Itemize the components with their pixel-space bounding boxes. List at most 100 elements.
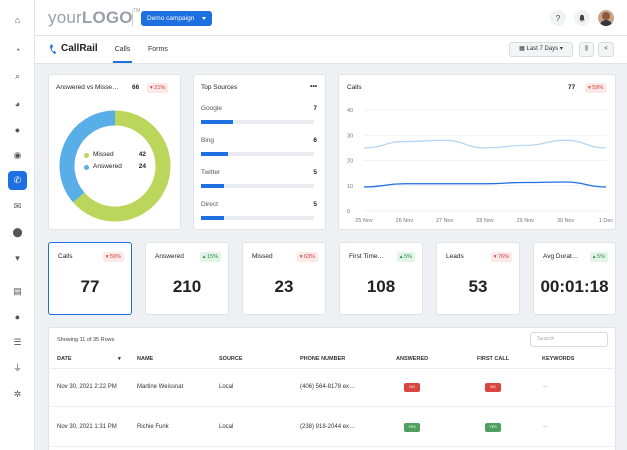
trend-badge: ▴ 5% (396, 252, 415, 262)
sidebar-item-search[interactable]: ⌕ (8, 67, 27, 86)
table-cell: Nov 30, 2021 2:22 PM (57, 384, 117, 390)
y-tick-label: 20 (347, 159, 353, 165)
sidebar-item-phone[interactable]: ✆ (8, 171, 27, 190)
kpi-card-5[interactable]: Avg Durat… ▴ 5% 00:01:18 (533, 242, 616, 315)
column-header[interactable]: SOURCE (219, 356, 243, 362)
source-bar (201, 152, 229, 156)
legend-item-missed: Missed 42 (84, 150, 146, 162)
x-tick-label: 27 Nov (436, 218, 454, 224)
source-name: Direct (201, 201, 218, 208)
notifications-button[interactable] (574, 10, 590, 26)
kpi-title: Avg Durat… (543, 253, 579, 260)
kpi-card-1[interactable]: Answered ▴ 15% 210 (145, 242, 229, 315)
search-icon: ⌕ (14, 71, 21, 81)
sidebar-item-cart[interactable]: ▾ (8, 249, 27, 268)
source-bar-track (201, 184, 314, 188)
share-icon: < (604, 46, 608, 52)
column-header[interactable]: DATE (57, 356, 72, 362)
kpi-title: Calls (58, 253, 73, 260)
y-tick-label: 40 (347, 108, 353, 114)
kpi-title: Leads (446, 253, 464, 260)
source-bar (201, 216, 224, 220)
bell-icon (579, 14, 585, 22)
sidebar-item-home[interactable]: ⌂ (8, 10, 27, 29)
search-input[interactable]: Search (530, 332, 608, 347)
sidebar-item-document[interactable]: ▤ (8, 282, 27, 301)
tab-calls[interactable]: Calls (113, 36, 132, 63)
sidebar-item-pie-chart[interactable]: ◕ (8, 94, 27, 113)
sidebar-item-dashboard[interactable]: ◔ (8, 40, 27, 59)
x-tick-label: 30 Nov (557, 218, 575, 224)
sidebar-item-user[interactable]: ● (8, 307, 27, 326)
plug-icon: ⏚ (12, 363, 22, 373)
kpi-title: Answered (155, 253, 184, 260)
table-cell: -- (543, 384, 547, 390)
avatar[interactable] (598, 10, 614, 26)
legend-dot (84, 153, 89, 158)
series-line-1 (363, 139, 607, 149)
share-button[interactable]: < (598, 42, 614, 57)
donut-legend: Missed 42 Answered 24 (84, 150, 146, 174)
row-divider (48, 406, 616, 407)
trend-badge: ▾ 63% (296, 252, 318, 262)
sidebar: ⌂ ◔ ⌕ ◕ ● ◉ ✆ ✉ ⬤ ▾ ▤ ● ☰ ⏚ ✲ (0, 0, 35, 450)
x-tick-label: 25 Nov (355, 218, 373, 224)
phone-icon: ✆ (13, 175, 22, 185)
campaign-dropdown[interactable]: Demo campaign (141, 11, 213, 26)
sidebar-item-message[interactable]: ◉ (8, 146, 27, 165)
source-value: 7 (313, 105, 317, 112)
status-badge: YES (404, 423, 420, 432)
kpi-card-0[interactable]: Calls ▾ 59% 77 (48, 242, 132, 315)
chat-icon: ● (14, 124, 21, 135)
column-header[interactable]: ANSWERED (396, 356, 428, 362)
sidebar-item-gear[interactable]: ✲ (8, 385, 27, 404)
date-range-dropdown[interactable]: ▦ Last 7 Days ▾ (509, 42, 573, 57)
sidebar-item-list[interactable]: ☰ (8, 333, 27, 352)
kpi-value: 53 (468, 277, 488, 296)
legend-dot (84, 165, 89, 170)
source-value: 6 (313, 137, 317, 144)
table-cell: Nov 30, 2021 1:31 PM (57, 424, 117, 430)
column-header[interactable]: PHONE NUMBER (300, 356, 345, 362)
source-name: Bing (201, 137, 215, 144)
source-bar (201, 120, 233, 124)
column-header[interactable]: KEYWORDS (542, 356, 574, 362)
trend-badge: ▾ 59% (102, 252, 124, 262)
kpi-title: First Time… (349, 253, 385, 260)
card-title: Top Sources (201, 84, 238, 91)
table-cell: (238) 918-2044 ex… (300, 424, 356, 430)
row-divider (48, 368, 616, 369)
help-button[interactable]: ? (550, 10, 566, 26)
kpi-card-2[interactable]: Missed ▾ 63% 23 (242, 242, 326, 315)
column-header[interactable]: FIRST CALL (477, 356, 509, 362)
document-icon: ▤ (13, 286, 22, 296)
source-bar-track (201, 120, 314, 124)
table-cell: Local (219, 424, 234, 430)
tab-forms[interactable]: Forms (148, 36, 168, 63)
answered-vs-missed-card: Answered vs Misse… 66 ▾ 21% Missed 42 An… (48, 74, 181, 230)
table-cell: Martine Weissnat (137, 384, 184, 390)
kpi-card-3[interactable]: First Time… ▴ 5% 108 (339, 242, 423, 315)
sort-desc-icon[interactable]: ▾ (118, 356, 121, 362)
kpi-value: 77 (80, 277, 100, 296)
source-value: 5 (313, 169, 317, 176)
y-tick-label: 0 (347, 209, 350, 215)
sub-header: CallRail Calls Forms ▦ Last 7 Days ▾ ⫼ < (35, 36, 627, 64)
kpi-value: 23 (274, 277, 294, 296)
table-cell: Local (219, 384, 234, 390)
divider (132, 10, 133, 26)
sidebar-item-chat[interactable]: ● (8, 120, 27, 139)
x-tick-label: 28 Nov (476, 218, 494, 224)
sidebar-item-mail[interactable]: ✉ (8, 197, 27, 216)
more-menu-icon[interactable]: ••• (310, 83, 317, 90)
calls-chart-card: Calls 77 ▾ 59% 0 10 20 30 40 25 Nov 26 Nov 27 N… (338, 74, 616, 230)
column-header[interactable]: NAME (137, 356, 153, 362)
help-icon: ? (555, 13, 561, 23)
sidebar-item-location[interactable]: ⬤ (8, 223, 27, 242)
logo[interactable]: yourLOGOTM (48, 8, 140, 28)
kpi-card-4[interactable]: Leads ▾ 76% 53 (436, 242, 520, 315)
columns-button[interactable]: ⫼ (579, 42, 594, 57)
x-tick-label: 29 Nov (517, 218, 535, 224)
sidebar-item-plug[interactable]: ⏚ (8, 358, 27, 377)
gear-icon: ✲ (13, 389, 22, 399)
